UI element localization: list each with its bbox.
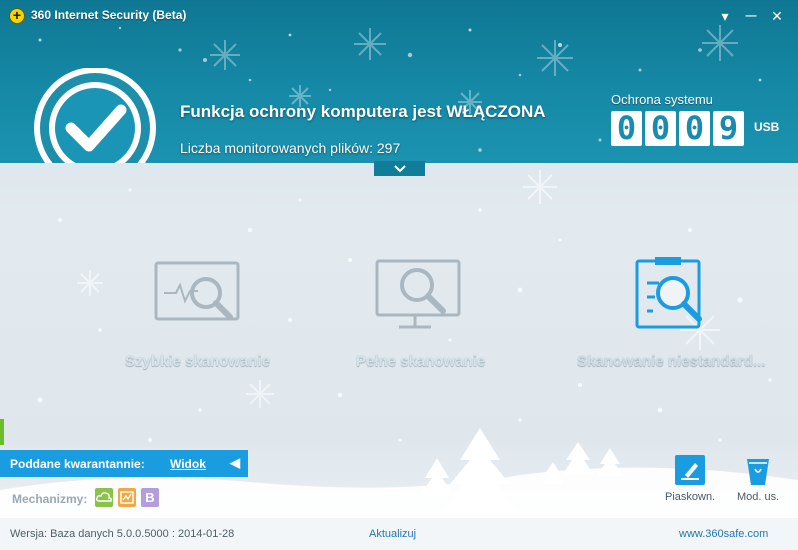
sandbox-button[interactable]: Piaskown. — [665, 453, 715, 503]
expand-details-button[interactable] — [374, 161, 425, 176]
website-link[interactable]: www.360safe.com — [679, 528, 768, 540]
full-scan-button[interactable]: Pełne skanowanie — [356, 255, 485, 370]
app-window: + 360 Internet Security (Beta) ▾ — ✕ Fun… — [0, 0, 798, 550]
chevron-down-icon — [393, 165, 406, 173]
bucket-icon — [747, 459, 770, 485]
counter-digit: 0 — [611, 111, 642, 146]
update-link[interactable]: Aktualizuj — [369, 528, 416, 540]
custom-scan-button[interactable]: Skanowanie niestandard... — [577, 255, 765, 370]
system-protection-label[interactable]: Ochrona systemu — [611, 92, 713, 107]
engines-label: Mechanizmy: — [12, 492, 88, 506]
counter-digit: 9 — [713, 111, 744, 146]
quarantine-view-link[interactable]: Widok — [170, 457, 206, 471]
counter-digit: 0 — [679, 111, 710, 146]
custom-scan-label: Skanowanie niestandard... — [577, 353, 766, 370]
mod-update-label: Mod. us. — [737, 491, 780, 503]
title-bar: + 360 Internet Security (Beta) ▾ — ✕ — [0, 0, 798, 30]
monitored-files-count: Liczba monitorowanych plików: 297 — [180, 140, 401, 156]
version-info: Wersja: Baza danych 5.0.0.5000 : 2014-01… — [10, 528, 235, 540]
sandbox-label: Piaskown. — [665, 491, 716, 503]
close-button[interactable]: ✕ — [766, 6, 788, 26]
quarantine-panel: Poddane kwarantannie: 3 Widok ◀ — [0, 450, 248, 477]
counter-digit: 0 — [645, 111, 676, 146]
protection-days-counter[interactable]: 0 0 0 9 — [611, 111, 744, 146]
custom-scan-icon — [635, 257, 703, 329]
status-header: + 360 Internet Security (Beta) ▾ — ✕ Fun… — [0, 0, 798, 163]
minimize-button[interactable]: — — [740, 6, 762, 26]
window-title: 360 Internet Security (Beta) — [31, 8, 187, 22]
quick-scan-icon — [154, 261, 240, 321]
full-scan-icon — [375, 259, 461, 329]
collapse-arrow-icon[interactable]: ◀ — [230, 455, 240, 471]
mod-update-button[interactable]: Mod. us. — [737, 453, 779, 503]
protection-check-icon — [34, 68, 156, 163]
quick-scan-label: Szybkie skanowanie — [125, 353, 271, 370]
bitdefender-engine-icon[interactable]: B — [141, 488, 159, 507]
full-scan-label: Pełne skanowanie — [356, 353, 486, 370]
quick-scan-button[interactable]: Szybkie skanowanie — [125, 255, 270, 370]
side-indicator — [0, 419, 4, 445]
app-logo-icon: + — [9, 8, 25, 24]
qvm-engine-icon[interactable] — [118, 488, 136, 507]
protection-status-title: Funkcja ochrony komputera jest WŁĄCZONA — [180, 102, 546, 121]
sandbox-icon — [675, 455, 706, 485]
quarantine-count: Poddane kwarantannie: 3 — [10, 457, 145, 471]
status-bar: Wersja: Baza danych 5.0.0.5000 : 2014-01… — [0, 518, 798, 550]
cloud-engine-icon[interactable] — [95, 488, 113, 507]
usb-label[interactable]: USB — [754, 120, 779, 134]
menu-button[interactable]: ▾ — [714, 6, 736, 26]
